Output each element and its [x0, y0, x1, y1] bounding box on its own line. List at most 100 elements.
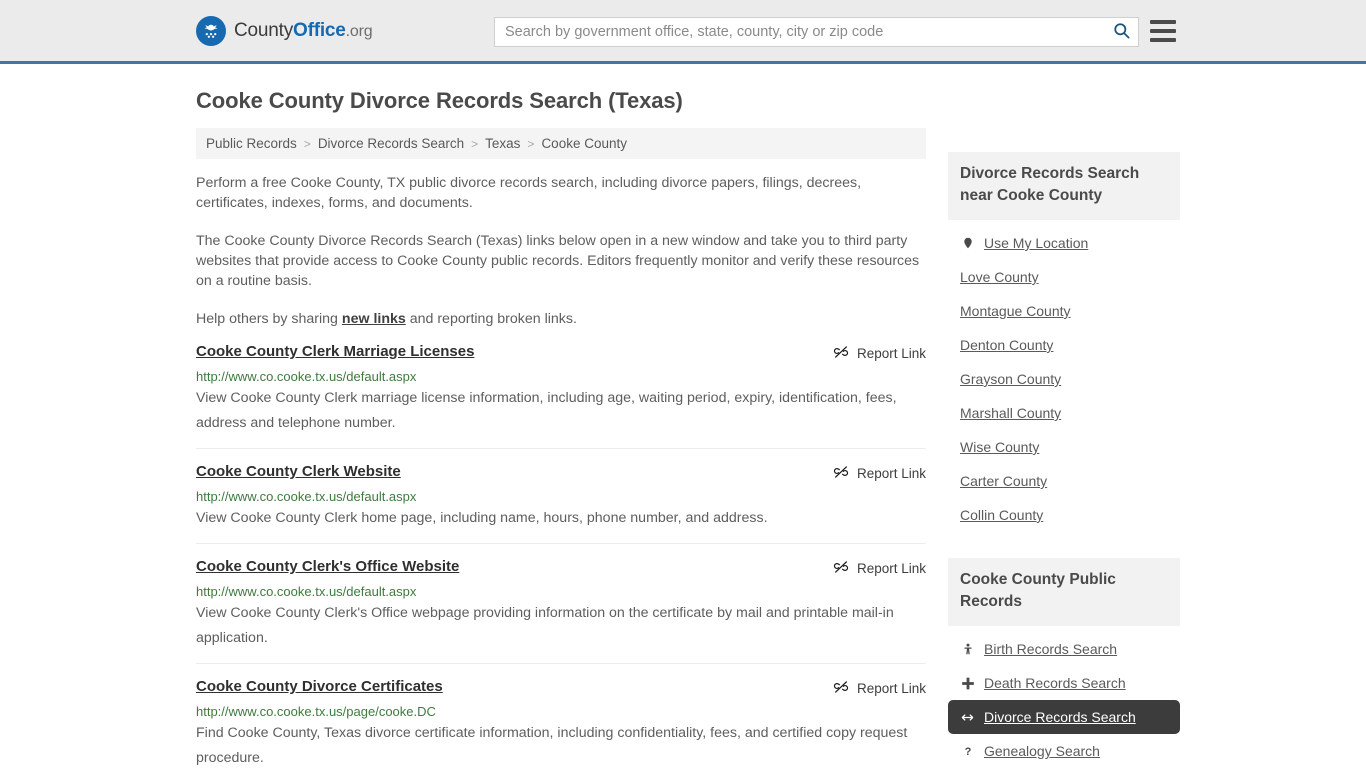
intro-text-after: and reporting broken links.: [405, 311, 577, 327]
report-link-label: Report Link: [856, 466, 926, 481]
result-title-link[interactable]: Cooke County Clerk Marriage Licenses: [196, 343, 474, 361]
intro-paragraph-1: Perform a free Cooke County, TX public d…: [196, 175, 862, 211]
main-column: Public Records > Divorce Records Search …: [196, 128, 926, 768]
sidebar-item-wise-county[interactable]: Wise County: [948, 430, 1180, 464]
result-header: Cooke County Clerk Marriage Licenses Rep…: [196, 343, 926, 363]
result-item: Cooke County Clerk Marriage Licenses Rep…: [196, 329, 926, 449]
sidebar-item-denton-county[interactable]: Denton County: [948, 328, 1180, 362]
sidebar-item-carter-county[interactable]: Carter County: [948, 464, 1180, 498]
result-item: Cooke County Divorce Certificates Report…: [196, 664, 926, 768]
intro-paragraph-3: Help others by sharing new links and rep…: [196, 309, 926, 329]
public-records-list: Birth Records Search Death Records Searc…: [948, 626, 1180, 768]
breadcrumb-item-2[interactable]: Texas: [485, 136, 520, 151]
sidebar-item-death-records-search[interactable]: Death Records Search: [948, 666, 1180, 700]
sidebar-item-collin-county[interactable]: Collin County: [948, 498, 1180, 532]
broken-link-icon: [833, 464, 849, 483]
search-input[interactable]: [495, 18, 1104, 46]
result-url[interactable]: http://www.co.cooke.tx.us/default.aspx: [196, 369, 926, 385]
result-title-link[interactable]: Cooke County Clerk Website: [196, 463, 401, 481]
logo-text-part1: County: [234, 19, 294, 41]
result-header: Cooke County Clerk Website Report Link: [196, 463, 926, 483]
sidebar-item-label: Love County: [960, 269, 1039, 285]
broken-link-icon: [833, 559, 849, 578]
map-pin-icon: [960, 235, 975, 251]
nearby-counties-title: Divorce Records Search near Cooke County: [948, 152, 1180, 220]
hamburger-bar-1: [1150, 20, 1176, 24]
sidebar: Divorce Records Search near Cooke County…: [948, 128, 1180, 768]
report-link-label: Report Link: [856, 561, 926, 576]
cross-icon: [960, 676, 975, 691]
sidebar-item-label: Divorce Records Search: [984, 709, 1136, 725]
sidebar-item-label: Collin County: [960, 507, 1044, 523]
sidebar-item-label: Carter County: [960, 473, 1048, 489]
breadcrumb-separator: >: [303, 136, 311, 151]
sidebar-item-love-county[interactable]: Love County: [948, 260, 1180, 294]
result-description: View Cooke County Clerk home page, inclu…: [196, 510, 768, 526]
sidebar-item-divorce-records-search[interactable]: Divorce Records Search: [948, 700, 1180, 734]
intro-text-before: Help others by sharing: [196, 311, 342, 327]
sidebar-item-label: Marshall County: [960, 405, 1062, 421]
intro-paragraph-2: The Cooke County Divorce Records Search …: [196, 233, 920, 289]
result-description: Find Cooke County, Texas divorce certifi…: [196, 725, 908, 766]
search-bar[interactable]: [494, 17, 1139, 47]
breadcrumb-separator: >: [471, 136, 479, 151]
public-records-panel: Cooke County Public Records Birth Record…: [948, 558, 1180, 768]
sidebar-item-birth-records-search[interactable]: Birth Records Search: [948, 632, 1180, 666]
result-url[interactable]: http://www.co.cooke.tx.us/page/cooke.DC: [196, 704, 926, 720]
report-link-button[interactable]: Report Link: [833, 343, 926, 363]
breadcrumb: Public Records > Divorce Records Search …: [196, 128, 926, 159]
question-mark-icon: ?: [960, 743, 975, 759]
hamburger-menu-icon[interactable]: [1150, 20, 1176, 42]
sidebar-item-genealogy-search[interactable]: ? Genealogy Search: [948, 734, 1180, 768]
sidebar-item-label: Death Records Search: [984, 675, 1126, 691]
result-header: Cooke County Clerk's Office Website Repo…: [196, 558, 926, 578]
report-link-button[interactable]: Report Link: [833, 463, 926, 483]
report-link-button[interactable]: Report Link: [833, 558, 926, 578]
content-row: Public Records > Divorce Records Search …: [196, 128, 1180, 768]
sidebar-item-montague-county[interactable]: Montague County: [948, 294, 1180, 328]
page-title: Cooke County Divorce Records Search (Tex…: [196, 88, 683, 113]
report-link-button[interactable]: Report Link: [833, 678, 926, 698]
sidebar-item-label: Birth Records Search: [984, 641, 1118, 657]
sidebar-item-label: Genealogy Search: [984, 743, 1100, 759]
result-title-link[interactable]: Cooke County Divorce Certificates: [196, 678, 443, 696]
result-header: Cooke County Divorce Certificates Report…: [196, 678, 926, 698]
broken-link-icon: [833, 679, 849, 698]
search-button[interactable]: [1104, 18, 1138, 46]
result-url[interactable]: http://www.co.cooke.tx.us/default.aspx: [196, 489, 926, 505]
sidebar-item-use-my-location[interactable]: Use My Location: [948, 226, 1180, 260]
breadcrumb-item-3[interactable]: Cooke County: [541, 136, 627, 151]
hamburger-bar-2: [1150, 29, 1176, 33]
search-icon: [1112, 21, 1131, 43]
site-logo[interactable]: CountyOffice.org: [196, 15, 373, 46]
result-item: Cooke County Clerk Website Report Link h…: [196, 449, 926, 544]
public-records-title: Cooke County Public Records: [948, 558, 1180, 626]
logo-text-part2: Office: [293, 19, 346, 41]
logo-text: CountyOffice.org: [234, 19, 373, 42]
page-container: Cooke County Divorce Records Search (Tex…: [0, 88, 1366, 768]
left-right-arrow-icon: [960, 711, 975, 724]
new-links-link[interactable]: new links: [342, 311, 406, 327]
baby-icon: [960, 641, 975, 657]
sidebar-item-marshall-county[interactable]: Marshall County: [948, 396, 1180, 430]
sidebar-item-label: Montague County: [960, 303, 1071, 319]
eagle-seal-icon: [196, 15, 226, 46]
breadcrumb-item-0[interactable]: Public Records: [206, 136, 297, 151]
report-link-label: Report Link: [856, 681, 926, 696]
nearby-counties-panel: Divorce Records Search near Cooke County…: [948, 152, 1180, 532]
sidebar-item-grayson-county[interactable]: Grayson County: [948, 362, 1180, 396]
sidebar-item-label: Grayson County: [960, 371, 1062, 387]
report-link-label: Report Link: [856, 346, 926, 361]
svg-text:?: ?: [964, 746, 971, 758]
logo-text-part3: .org: [345, 22, 373, 40]
result-item: Cooke County Clerk's Office Website Repo…: [196, 544, 926, 664]
breadcrumb-separator: >: [527, 136, 535, 151]
breadcrumb-item-1[interactable]: Divorce Records Search: [318, 136, 464, 151]
sidebar-item-label: Wise County: [960, 439, 1040, 455]
result-description: View Cooke County Clerk's Office webpage…: [196, 605, 894, 646]
result-title-link[interactable]: Cooke County Clerk's Office Website: [196, 558, 459, 576]
nearby-counties-list: Use My Location Love County Montague Cou…: [948, 220, 1180, 532]
result-url[interactable]: http://www.co.cooke.tx.us/default.aspx: [196, 584, 926, 600]
sidebar-item-label: Denton County: [960, 337, 1054, 353]
result-description: View Cooke County Clerk marriage license…: [196, 390, 897, 431]
